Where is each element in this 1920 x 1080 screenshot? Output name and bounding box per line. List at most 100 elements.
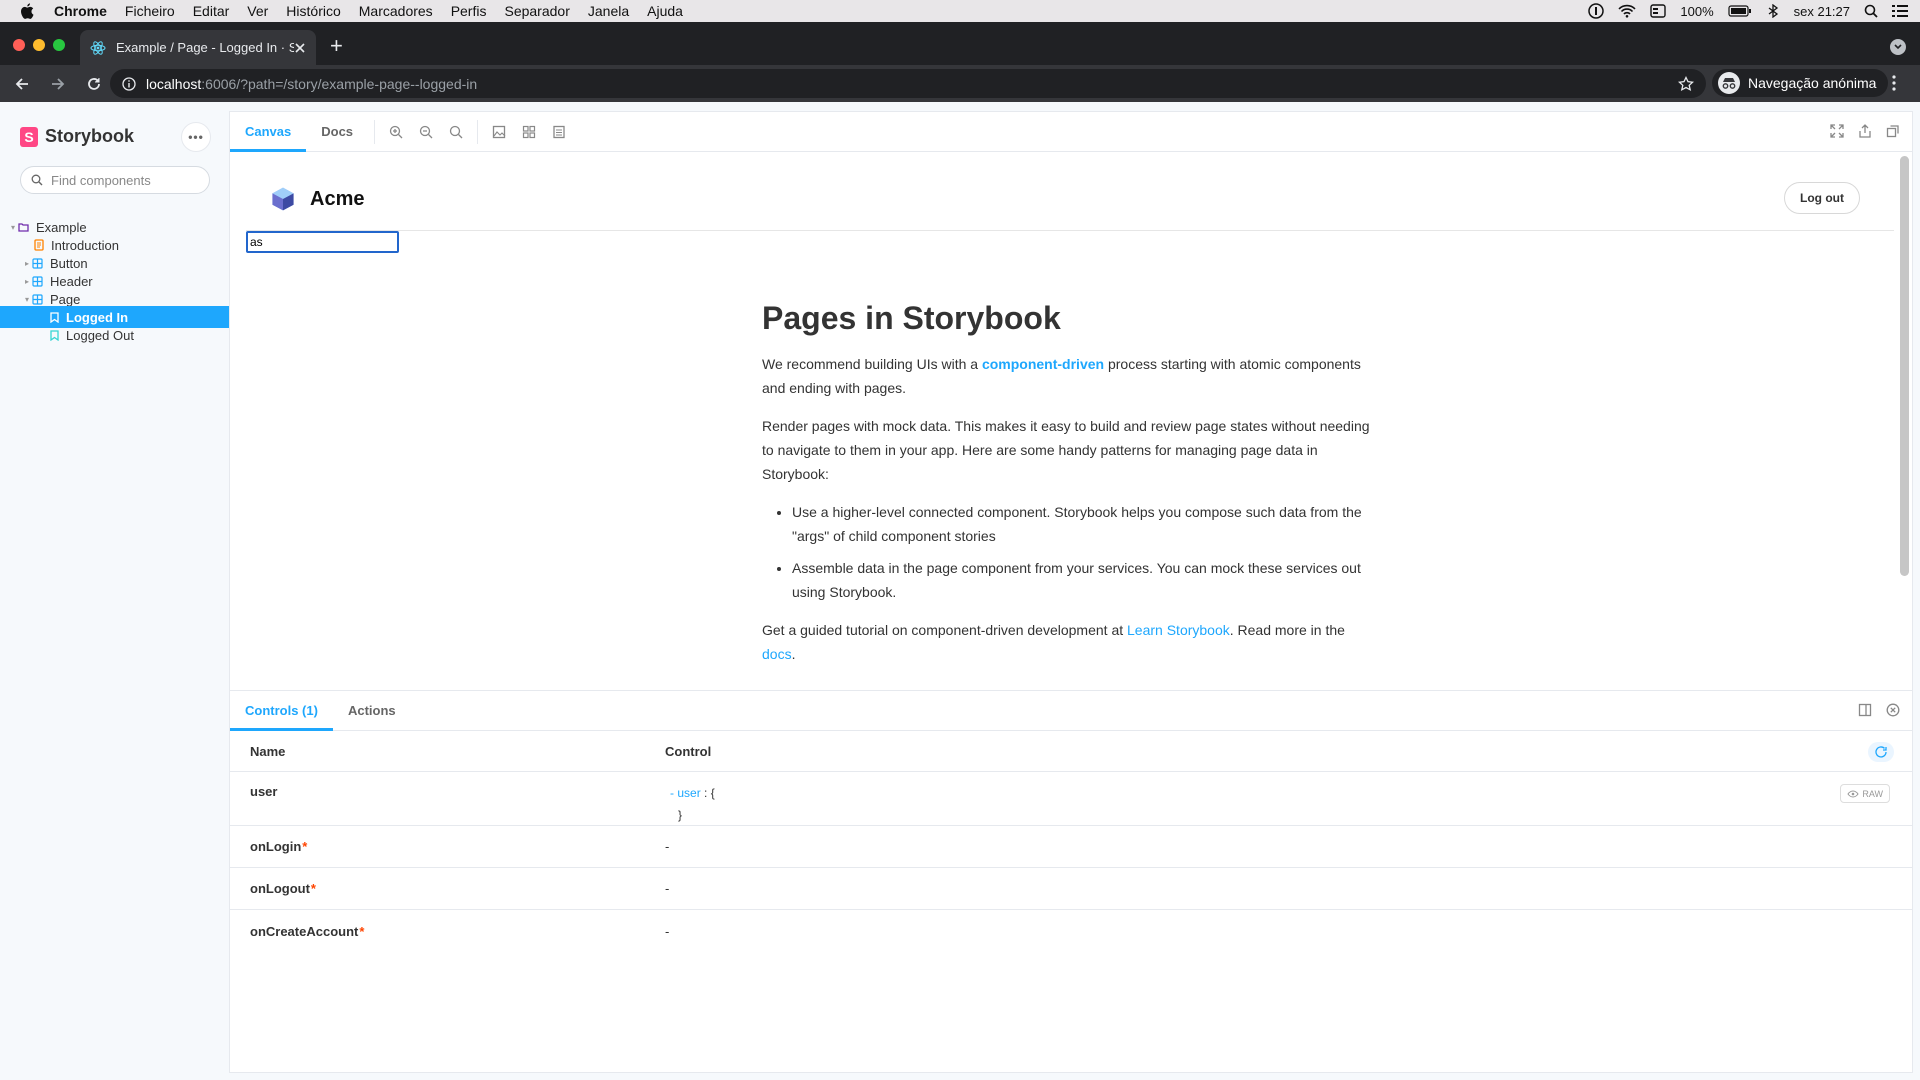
menu-perfis[interactable]: Perfis: [442, 3, 496, 19]
search-placeholder: Find components: [51, 172, 151, 188]
menu-marcadores[interactable]: Marcadores: [350, 3, 442, 19]
menu-janela[interactable]: Janela: [579, 3, 638, 19]
back-icon[interactable]: [8, 76, 36, 92]
menu-separador[interactable]: Separador: [495, 3, 578, 19]
reset-controls-button[interactable]: [1868, 742, 1894, 762]
column-control-header: Control: [665, 744, 712, 759]
sidebar-item-label: Button: [50, 255, 88, 271]
battery-percent: 100%: [1680, 3, 1714, 19]
learn-storybook-link[interactable]: Learn Storybook: [1127, 622, 1230, 638]
close-panel-icon[interactable]: [1886, 703, 1900, 717]
spotlight-icon[interactable]: [1864, 4, 1878, 18]
fullscreen-icon[interactable]: [1830, 124, 1844, 138]
menu-ajuda[interactable]: Ajuda: [638, 3, 692, 19]
control-name-oncreateaccount: onCreateAccount*: [250, 924, 364, 939]
docs-link[interactable]: docs: [762, 646, 792, 662]
storybook-logo[interactable]: S Storybook: [20, 126, 134, 147]
menu-ver[interactable]: Ver: [238, 3, 277, 19]
menu-editar[interactable]: Editar: [184, 3, 239, 19]
canvas-toolbar: Canvas Docs: [230, 112, 1912, 152]
tab-search-icon[interactable]: [1890, 39, 1906, 55]
addons-panel: Controls (1) Actions Name Control user -…: [230, 690, 1912, 1072]
incognito-icon: [1718, 72, 1740, 94]
background-icon[interactable]: [484, 125, 514, 139]
control-value: -: [665, 881, 670, 896]
tab-canvas[interactable]: Canvas: [230, 112, 306, 152]
zoom-reset-icon[interactable]: [441, 125, 471, 139]
document-icon: [34, 239, 44, 251]
zoom-out-icon[interactable]: [411, 125, 441, 139]
paragraph-tutorial: Get a guided tutorial on component-drive…: [762, 618, 1372, 666]
sidebar-item-label: Logged In: [66, 309, 129, 325]
raw-toggle-button[interactable]: RAW: [1840, 784, 1890, 803]
grid-icon[interactable]: [514, 125, 544, 139]
browser-tab[interactable]: Example / Page - Logged In · Storybook: [80, 30, 316, 65]
share-icon[interactable]: [1858, 124, 1872, 138]
browser-tab-strip: Example / Page - Logged In · Storybook +: [0, 22, 1920, 65]
panel-orientation-icon[interactable]: [1858, 703, 1872, 717]
macos-menu-bar: Chrome Ficheiro Editar Ver Histórico Mar…: [0, 0, 1920, 22]
table-row: user - user : { } RAW: [230, 772, 1912, 826]
window-close-button[interactable]: [13, 39, 25, 51]
control-name-text: onLogin: [250, 839, 302, 854]
menu-historico[interactable]: Histórico: [277, 3, 349, 19]
react-favicon-icon: [90, 40, 106, 56]
address-bar[interactable]: localhost:6006/?path=/story/example-page…: [110, 69, 1706, 98]
bluetooth-icon[interactable]: [1766, 4, 1780, 18]
incognito-label: Navegação anónima: [1748, 75, 1877, 91]
window-zoom-button[interactable]: [53, 39, 65, 51]
component-driven-link[interactable]: component-driven: [982, 356, 1104, 372]
menu-ficheiro[interactable]: Ficheiro: [116, 3, 184, 19]
menu-app-name[interactable]: Chrome: [54, 3, 116, 19]
controls-table: Name Control user - user : { } RAW onLog…: [230, 732, 1912, 952]
search-icon: [31, 174, 43, 186]
header-divider: [246, 230, 1894, 231]
reload-icon[interactable]: [80, 76, 108, 92]
bookmark-icon: [50, 311, 59, 323]
tab-docs[interactable]: Docs: [306, 112, 368, 152]
caret-right-icon: ▸: [24, 258, 29, 268]
list-item: Assemble data in the page component from…: [792, 556, 1372, 604]
sidebar-item-label: Logged Out: [66, 327, 134, 343]
tab-controls[interactable]: Controls (1): [230, 691, 333, 731]
user-object-editor[interactable]: - user : { }: [670, 782, 715, 826]
onepassword-icon[interactable]: [1588, 3, 1605, 19]
logout-button[interactable]: Log out: [1784, 182, 1860, 214]
copy-link-icon[interactable]: [1886, 124, 1900, 138]
menubar-clock[interactable]: sex 21:27: [1794, 4, 1850, 19]
control-name-onlogout: onLogout*: [250, 881, 316, 896]
find-components-input[interactable]: Find components: [20, 166, 210, 194]
text-span: . Read more in the: [1229, 622, 1345, 638]
zoom-in-icon[interactable]: [381, 125, 411, 139]
incognito-profile-button[interactable]: Navegação anónima: [1712, 69, 1889, 97]
table-row: onLogout* -: [230, 868, 1912, 910]
control-center-icon[interactable]: [1892, 4, 1908, 18]
tab-close-icon[interactable]: [294, 42, 306, 54]
required-asterisk: *: [359, 923, 365, 939]
required-asterisk: *: [302, 839, 308, 854]
acme-logo-icon: [270, 186, 296, 212]
list-item: Use a higher-level connected component. …: [792, 500, 1372, 548]
control-value: -: [665, 839, 670, 854]
wifi-icon[interactable]: [1618, 4, 1636, 18]
preview-scrollbar[interactable]: [1900, 156, 1909, 576]
sidebar-menu-button[interactable]: •••: [181, 122, 211, 152]
site-info-icon[interactable]: [122, 76, 136, 91]
viewport-icon[interactable]: [544, 125, 574, 139]
paragraph-intro: We recommend building UIs with a compone…: [762, 352, 1372, 400]
main-panel: Canvas Docs Acme Log out as Pages in Sto…: [230, 112, 1912, 1072]
apple-icon[interactable]: [0, 3, 54, 19]
sidebar-item-logged-out[interactable]: Logged Out: [0, 324, 230, 346]
browser-menu-icon[interactable]: [1892, 75, 1896, 91]
collapse-toggle[interactable]: -: [670, 786, 674, 800]
display-icon[interactable]: [1650, 4, 1667, 18]
new-tab-icon[interactable]: +: [330, 35, 343, 57]
toolbar-divider: [374, 119, 376, 144]
forward-icon[interactable]: [44, 76, 72, 92]
tab-actions[interactable]: Actions: [333, 691, 411, 731]
typed-text-input[interactable]: as: [246, 231, 399, 253]
battery-icon[interactable]: [1728, 5, 1752, 17]
object-open-brace: : {: [704, 786, 715, 800]
bookmark-star-icon[interactable]: [1678, 75, 1694, 92]
window-minimize-button[interactable]: [33, 39, 45, 51]
